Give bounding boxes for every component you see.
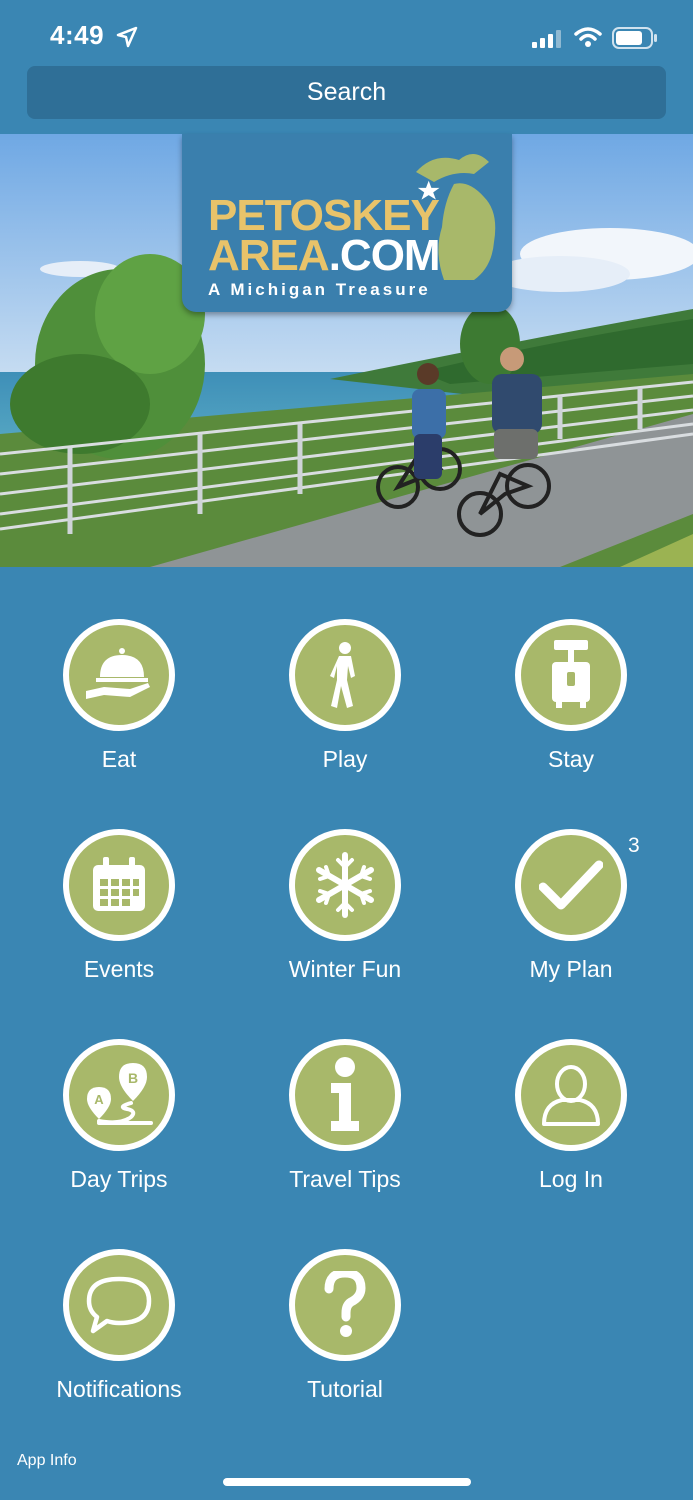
menu-item-label: Stay <box>547 746 595 772</box>
menu-item-winter-fun[interactable]: Winter Fun <box>232 829 458 1019</box>
menu-item-stay[interactable]: Stay <box>458 619 684 809</box>
menu-item-day-trips[interactable]: B A Day Trips <box>6 1039 232 1229</box>
logo-com: .COM <box>328 231 441 280</box>
menu-item-label: Winter Fun <box>288 956 402 982</box>
menu-item-events[interactable]: Events <box>6 829 232 1019</box>
search-bar[interactable]: Search <box>27 66 666 119</box>
home-indicator[interactable] <box>223 1478 471 1486</box>
snowflake-icon <box>289 829 401 941</box>
user-icon <box>515 1039 627 1151</box>
menu-item-tutorial[interactable]: Tutorial <box>232 1249 458 1439</box>
logo-line-2: AREA.COM <box>208 231 441 280</box>
menu-item-eat[interactable]: Eat <box>6 619 232 809</box>
checkmark-icon <box>515 829 627 941</box>
logo-area: AREA <box>208 231 330 280</box>
wifi-icon <box>574 27 602 47</box>
my-plan-count-badge: 3 <box>628 834 640 857</box>
cellular-signal-icon <box>532 30 561 48</box>
menu-item-travel-tips[interactable]: Travel Tips <box>232 1039 458 1229</box>
menu-item-label: Tutorial <box>307 1376 383 1402</box>
speech-bubble-icon <box>63 1249 175 1361</box>
service-bell-icon <box>63 619 175 731</box>
menu-item-label: Travel Tips <box>289 1166 401 1192</box>
menu-item-play[interactable]: Play <box>232 619 458 809</box>
logo-tagline: A Michigan Treasure <box>208 280 431 299</box>
location-arrow-icon <box>116 26 138 48</box>
menu-item-label: My Plan <box>529 956 613 982</box>
status-bar: 4:49 <box>0 0 693 66</box>
question-icon <box>289 1249 401 1361</box>
menu-item-label: Eat <box>101 746 137 772</box>
menu-item-label: Day Trips <box>70 1166 168 1192</box>
menu-item-notifications[interactable]: Notifications <box>6 1249 232 1439</box>
luggage-icon <box>515 619 627 731</box>
app-info-link[interactable]: App Info <box>17 1452 77 1470</box>
menu-item-label: Notifications <box>56 1376 182 1402</box>
menu-item-label: Log In <box>539 1166 603 1192</box>
battery-icon <box>612 27 657 49</box>
info-icon <box>289 1039 401 1151</box>
search-label: Search <box>306 78 387 106</box>
status-time: 4:49 <box>50 20 105 50</box>
menu-item-log-in[interactable]: Log In <box>458 1039 684 1229</box>
walking-person-icon <box>289 619 401 731</box>
menu-item-label: Play <box>322 746 368 772</box>
svg-text:B: B <box>128 1070 138 1086</box>
svg-text:A: A <box>94 1092 104 1107</box>
petoskey-logo: PETOSKEY AREA.COM A Michigan Treasure <box>182 134 512 312</box>
menu-item-my-plan[interactable]: My Plan <box>458 829 684 1019</box>
route-pins-icon: B A <box>63 1039 175 1151</box>
menu-item-label: Events <box>83 956 155 982</box>
calendar-icon <box>63 829 175 941</box>
